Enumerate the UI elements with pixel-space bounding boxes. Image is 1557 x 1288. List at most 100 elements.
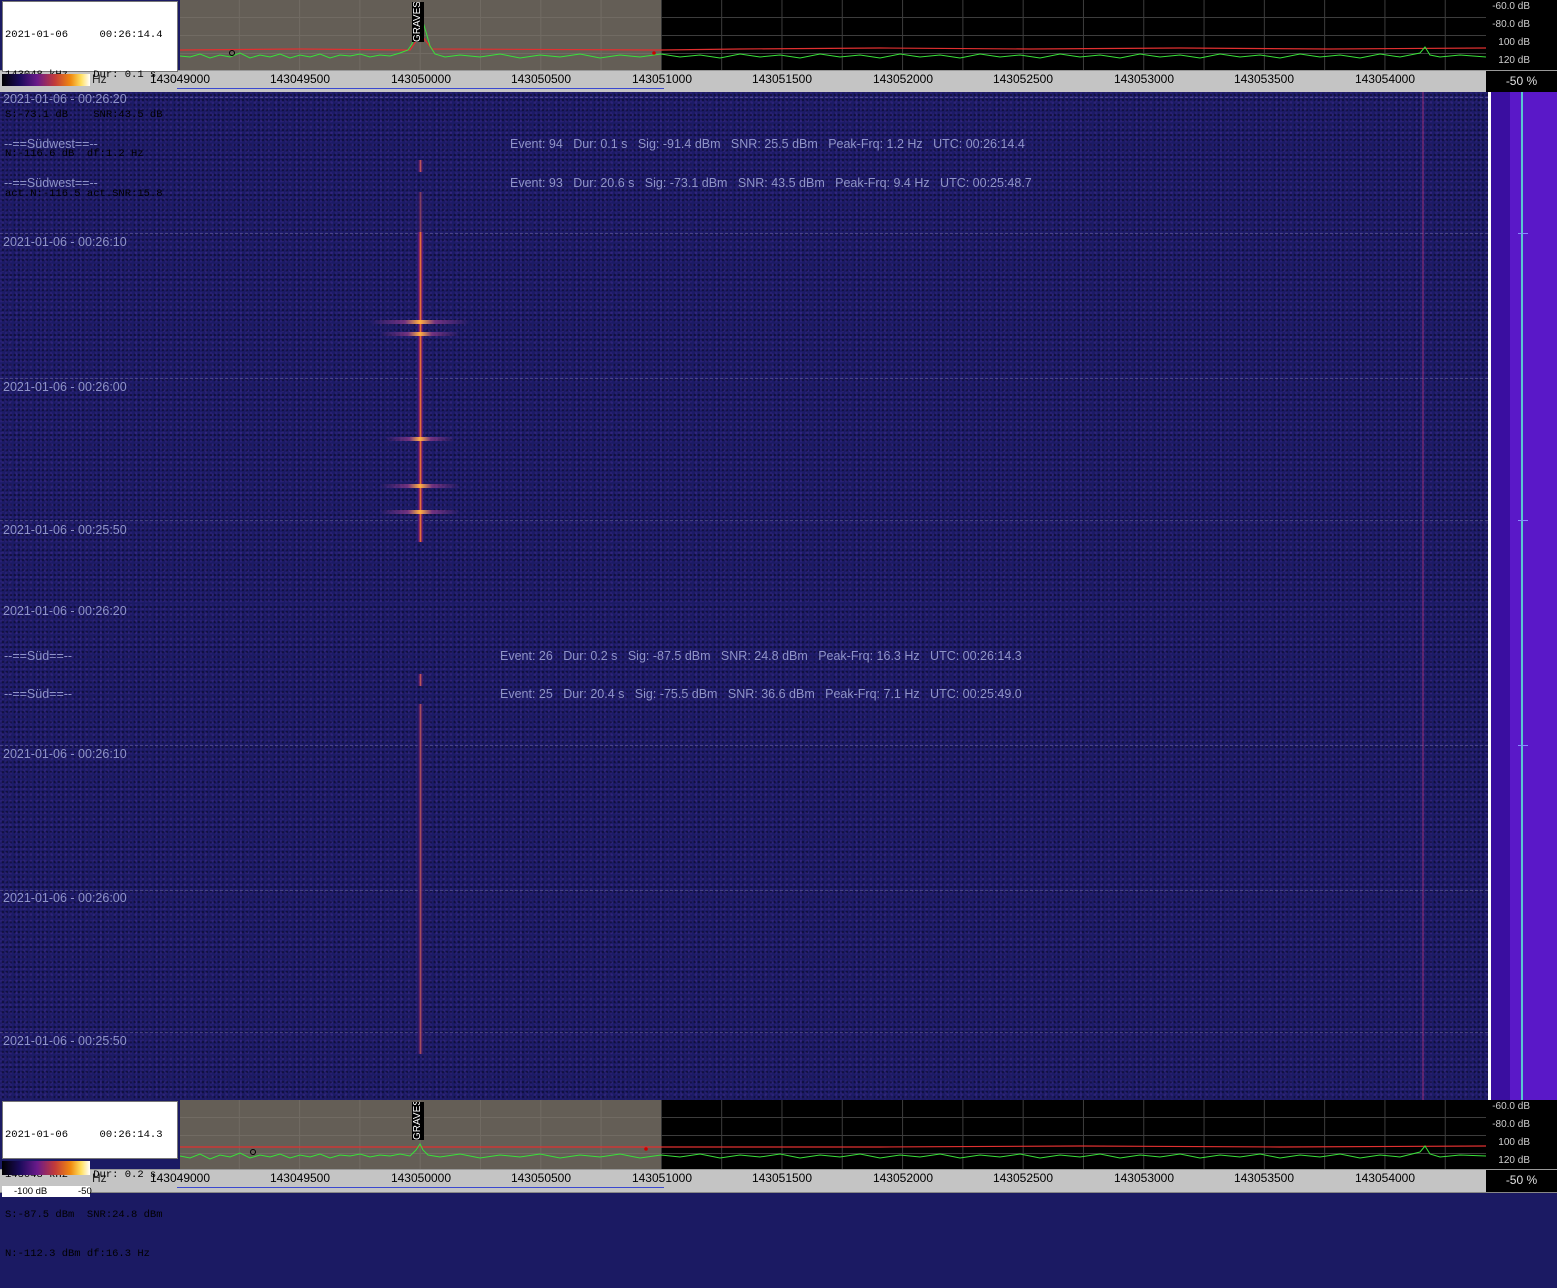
signal-trace <box>417 232 424 542</box>
top-spectrum-plot[interactable]: GRAVES-SW <box>180 0 1486 70</box>
sidebar-tick <box>1518 520 1528 521</box>
bottom-frequency-axis[interactable]: Hz 143049000 143049500 143050000 1430505… <box>0 1169 1557 1193</box>
top-db-scale: -60.0 dB -80.0 dB 100 dB 120 dB <box>1486 0 1557 70</box>
bottom-peak-tag: GRAVES-S <box>412 1102 424 1140</box>
signal-trace <box>417 674 424 686</box>
bottom-signal-info-box: 2021-01-06 00:26:14.3 143048 kHz Dur: 0.… <box>2 1101 178 1260</box>
freq-tick-label: 143049500 <box>269 72 331 86</box>
freq-tick-label: 143051500 <box>751 1171 813 1185</box>
freq-tick-label: 143054000 <box>1354 1171 1416 1185</box>
spectrum-marker-dot <box>229 50 235 56</box>
freq-tick-label: 143053000 <box>1113 72 1175 86</box>
time-gridline <box>0 97 1488 98</box>
top-peak-tag: GRAVES-SW <box>412 2 424 42</box>
freq-tick-label: 143052000 <box>872 1171 934 1185</box>
passband-indicator <box>177 1187 664 1188</box>
db-tick-label: 100 dB <box>1498 1137 1530 1148</box>
info-line: N:-116.6 dB df:1.2 Hz <box>5 148 144 161</box>
top-spectrum-svg <box>180 14 1486 59</box>
time-gridline <box>0 233 1488 234</box>
event-label: Event: 25 Dur: 20.4 s Sig: -75.5 dBm SNR… <box>500 687 1022 701</box>
db-tick-label: -60.0 dB <box>1492 1101 1530 1112</box>
bottom-spectrum-plot[interactable]: GRAVES-S <box>180 1100 1486 1170</box>
freq-tick-label: 143052500 <box>992 72 1054 86</box>
freq-tick-label: 143049500 <box>269 1171 331 1185</box>
event-label: Event: 93 Dur: 20.6 s Sig: -73.1 dBm SNR… <box>510 176 1032 190</box>
sidebar-tick <box>1518 745 1528 746</box>
timestamp-label: 2021-01-06 - 00:26:10 <box>3 747 127 761</box>
waterfall-marker-line <box>1422 604 1424 1100</box>
bottom-percent-readout: -50 % <box>1486 1170 1557 1192</box>
top-signal-info-box: 2021-01-06 00:26:14.4 143048 kHz Dur: 0.… <box>2 1 178 200</box>
info-line: act.N:-116.5 act.SNR:15.8 <box>5 187 163 200</box>
time-gridline <box>0 1032 1488 1033</box>
top-spectrum-panel: 2021-01-06 00:26:14.4 143048 kHz Dur: 0.… <box>0 0 1557 200</box>
passband-indicator <box>177 88 664 89</box>
event-label: Event: 94 Dur: 0.1 s Sig: -91.4 dBm SNR:… <box>510 137 1025 151</box>
time-gridline <box>0 520 1488 521</box>
colorbar-scale: -100 dB -50 <box>2 1186 92 1197</box>
waterfall-marker-line <box>1422 92 1424 604</box>
info-line: S:-73.1 dB SNR:43.5 dB <box>5 108 163 121</box>
db-tick-label: 100 dB <box>1498 37 1530 48</box>
bottom-noise-trace <box>180 1143 1486 1160</box>
station-label: --==Süd==-- <box>4 649 73 663</box>
top-frequency-axis[interactable]: Hz 143049000 143049500 143050000 1430505… <box>0 70 1557 94</box>
freq-tick-label: 143051000 <box>631 72 693 86</box>
timestamp-label: 2021-01-06 - 00:25:50 <box>3 523 127 537</box>
top-threshold-line <box>180 32 1486 51</box>
freq-tick-label: 143054000 <box>1354 72 1416 86</box>
timestamp-label: 2021-01-06 - 00:26:00 <box>3 891 127 905</box>
freq-tick-label: 143050000 <box>390 1171 452 1185</box>
colorbar-max-label: -50 <box>78 1186 92 1197</box>
spectrum-marker-dot <box>250 1149 256 1155</box>
timestamp-label: 2021-01-06 - 00:25:50 <box>3 1034 127 1048</box>
signal-trace <box>417 704 424 1054</box>
info-line: 2021-01-06 00:26:14.3 <box>5 1129 163 1142</box>
top-colorbar <box>2 74 90 86</box>
signal-trace <box>417 160 424 172</box>
freq-tick-label: 143050500 <box>510 72 572 86</box>
timestamp-label: 2021-01-06 - 00:26:10 <box>3 235 127 249</box>
signal-burst <box>380 484 460 488</box>
bottom-db-scale: -60.0 dB -80.0 dB 100 dB 120 dB <box>1486 1100 1557 1170</box>
colorbar-min-label: -100 dB <box>14 1186 48 1197</box>
time-gridline <box>0 890 1488 891</box>
signal-burst <box>370 320 470 324</box>
db-tick-label: -60.0 dB <box>1492 1 1530 12</box>
signal-burst <box>385 437 455 441</box>
freq-tick-label: 143052500 <box>992 1171 1054 1185</box>
top-noise-trace <box>180 14 1486 59</box>
sidebar-level-bar <box>1491 92 1510 1100</box>
time-gridline <box>0 745 1488 746</box>
info-line: N:-112.3 dBm df:16.3 Hz <box>5 1248 150 1261</box>
info-line: S:-87.5 dBm SNR:24.8 dBm <box>5 1208 163 1221</box>
freq-tick-label: 143053500 <box>1233 72 1295 86</box>
info-line: 2021-01-06 00:26:14.4 <box>5 29 163 42</box>
spectrum-marker-dot <box>644 1147 648 1151</box>
spectrum-marker-dot <box>652 51 656 55</box>
freq-tick-label: 143052000 <box>872 72 934 86</box>
timestamp-label: 2021-01-06 - 00:26:00 <box>3 380 127 394</box>
sidebar-tick <box>1518 233 1528 234</box>
bottom-colorbar <box>2 1161 90 1175</box>
bottom-waterfall[interactable]: 2021-01-06 - 00:26:20 2021-01-06 - 00:26… <box>0 604 1488 1100</box>
bottom-spectrum-panel: 2021-01-06 00:26:14.3 143048 kHz Dur: 0.… <box>0 1100 1557 1260</box>
db-tick-label: -80.0 dB <box>1492 1119 1530 1130</box>
db-tick-label: -80.0 dB <box>1492 19 1530 30</box>
bottom-threshold-line <box>180 1145 1486 1148</box>
top-waterfall[interactable]: 2021-01-06 - 00:26:20 2021-01-06 - 00:26… <box>0 92 1488 604</box>
freq-tick-label: 143053000 <box>1113 1171 1175 1185</box>
bottom-spectrum-svg <box>180 1143 1486 1160</box>
freq-tick-label: 143051000 <box>631 1171 693 1185</box>
sidebar-threshold-line <box>1521 92 1523 1100</box>
time-gridline <box>0 378 1488 379</box>
freq-tick-label: 143051500 <box>751 72 813 86</box>
event-label: Event: 26 Dur: 0.2 s Sig: -87.5 dBm SNR:… <box>500 649 1022 663</box>
signal-burst <box>380 510 460 514</box>
signal-burst <box>380 332 460 336</box>
timestamp-label: 2021-01-06 - 00:26:20 <box>3 604 127 618</box>
freq-tick-label: 143050500 <box>510 1171 572 1185</box>
top-percent-readout: -50 % <box>1486 71 1557 93</box>
level-sidebar <box>1488 92 1557 1100</box>
